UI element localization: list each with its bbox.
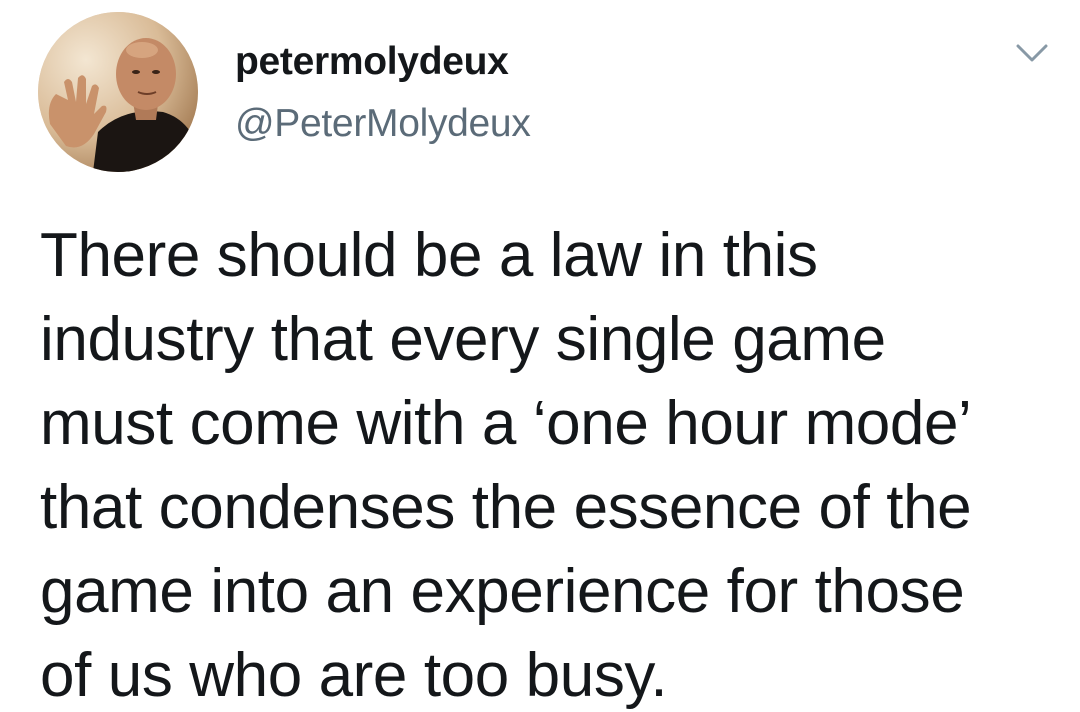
tweet-text: There should be a law in this industry t… bbox=[40, 214, 1070, 712]
avatar[interactable] bbox=[38, 12, 198, 172]
tweet-text-line: industry that every single game bbox=[40, 305, 886, 374]
tweet-text-line: must come with a ‘one hour mode’ bbox=[40, 389, 972, 458]
tweet-card: petermolydeux @PeterMolydeux There shoul… bbox=[0, 0, 1080, 712]
avatar-image bbox=[38, 12, 198, 172]
chevron-down-icon[interactable] bbox=[1014, 40, 1050, 66]
author-display-name[interactable]: petermolydeux bbox=[235, 42, 509, 81]
author-handle[interactable]: @PeterMolydeux bbox=[235, 104, 531, 143]
tweet-text-line: of us who are too busy. bbox=[40, 641, 668, 710]
tweet-text-line: that condenses the essence of the bbox=[40, 473, 972, 542]
tweet-text-line: There should be a law in this bbox=[40, 221, 818, 290]
tweet-text-line: game into an experience for those bbox=[40, 557, 965, 626]
